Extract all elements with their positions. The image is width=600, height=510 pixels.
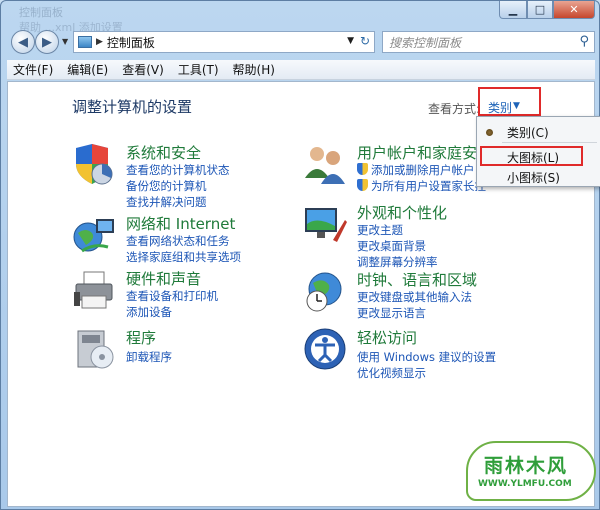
menu-help[interactable]: 帮助(H) xyxy=(233,61,275,78)
back-button[interactable]: ◀ xyxy=(11,30,35,54)
uac-shield-icon xyxy=(357,179,368,191)
category-title[interactable]: 外观和个性化 xyxy=(357,202,447,223)
back-arrow-icon: ◀ xyxy=(18,34,28,50)
search-input[interactable]: 搜索控制面板 xyxy=(389,34,461,51)
category-title[interactable]: 网络和 Internet xyxy=(126,213,235,234)
window-frame: 控制面板 帮助 ...xml 添加设置 ▁ □ ✕ ◀ ▶ ▼ ▶ 控制面板 ▼… xyxy=(0,0,600,510)
category-link[interactable]: 卸载程序 xyxy=(126,349,172,365)
clock-globe-icon xyxy=(306,272,342,312)
selected-radio-icon xyxy=(486,129,493,136)
control-panel-icon xyxy=(78,36,92,48)
navigation-bar: ◀ ▶ ▼ ▶ 控制面板 ▼ ↻ 搜索控制面板 ⚲ xyxy=(7,29,595,57)
category-link[interactable]: 更改桌面背景 xyxy=(357,238,426,254)
monitor-paintbrush-icon xyxy=(305,208,347,242)
category-link[interactable]: 调整屏幕分辨率 xyxy=(357,254,438,270)
category-link[interactable]: 查看网络状态和任务 xyxy=(126,233,230,249)
ease-of-access-icon xyxy=(304,328,346,370)
category-title[interactable]: 系统和安全 xyxy=(126,142,201,163)
category-link[interactable]: 选择家庭组和共享选项 xyxy=(126,249,241,265)
watermark-logo: 雨林木风 WWW.YLMFU.COM xyxy=(466,441,600,510)
users-icon xyxy=(305,147,345,184)
view-by-dropdown[interactable]: 类别 xyxy=(488,99,512,116)
refresh-icon[interactable]: ↻ xyxy=(360,34,370,48)
view-option-category[interactable]: 类别(C) xyxy=(507,124,549,141)
view-by-label: 查看方式: xyxy=(428,102,481,116)
category-link[interactable]: 使用 Windows 建议的设置 xyxy=(357,349,496,365)
recent-pages-dropdown[interactable]: ▼ xyxy=(62,37,68,46)
watermark-url: WWW.YLMFU.COM xyxy=(478,479,572,489)
view-option-large-icons[interactable]: 大图标(L) xyxy=(507,149,559,166)
minimize-button[interactable]: ▁ xyxy=(499,1,527,19)
search-icon[interactable]: ⚲ xyxy=(579,34,589,49)
category-title[interactable]: 轻松访问 xyxy=(357,327,417,348)
category-link[interactable]: 查看您的计算机状态 xyxy=(126,162,230,178)
forward-arrow-icon: ▶ xyxy=(42,34,52,50)
breadcrumb-control-panel[interactable]: 控制面板 xyxy=(107,34,155,51)
printer-icon xyxy=(74,271,113,309)
close-button[interactable]: ✕ xyxy=(553,1,595,19)
category-title[interactable]: 用户帐户和家庭安全 xyxy=(357,142,492,163)
globe-network-icon xyxy=(73,219,114,253)
category-link[interactable]: 更改显示语言 xyxy=(357,305,426,321)
view-option-small-icons[interactable]: 小图标(S) xyxy=(507,169,560,186)
category-link[interactable]: 备份您的计算机 xyxy=(126,178,207,194)
maximize-button[interactable]: □ xyxy=(527,1,553,19)
menu-divider xyxy=(502,142,597,143)
window-title: 控制面板 xyxy=(19,6,63,19)
shield-icon xyxy=(76,144,113,185)
category-title[interactable]: 时钟、语言和区域 xyxy=(357,269,477,290)
category-link[interactable]: 查找并解决问题 xyxy=(126,194,207,210)
category-title[interactable]: 硬件和声音 xyxy=(126,268,201,289)
menu-bar: 文件(F) 编辑(E) 查看(V) 工具(T) 帮助(H) xyxy=(7,60,595,80)
category-title[interactable]: 程序 xyxy=(126,327,156,348)
programs-icon xyxy=(77,330,114,369)
address-bar[interactable]: ▶ 控制面板 ▼ ↻ xyxy=(73,31,375,53)
window-controls: ▁ □ ✕ xyxy=(499,1,595,19)
chevron-down-icon[interactable]: ▼ xyxy=(513,101,520,111)
category-link[interactable]: 更改键盘或其他输入法 xyxy=(357,289,472,305)
view-by-menu: 类别(C) 大图标(L) 小图标(S) xyxy=(476,116,600,187)
menu-view[interactable]: 查看(V) xyxy=(122,61,164,78)
category-link[interactable]: 查看设备和打印机 xyxy=(126,288,218,304)
menu-tools[interactable]: 工具(T) xyxy=(178,61,219,78)
category-link[interactable]: 更改主题 xyxy=(357,222,403,238)
category-link-text[interactable]: 为所有用户设置家长控 xyxy=(371,179,486,193)
forward-button[interactable]: ▶ xyxy=(35,30,59,54)
address-dropdown-icon[interactable]: ▼ xyxy=(347,36,354,46)
category-link[interactable]: 优化视频显示 xyxy=(357,365,426,381)
category-link[interactable]: 为所有用户设置家长控 xyxy=(357,178,486,194)
page-title: 调整计算机的设置 xyxy=(72,98,193,116)
search-box[interactable]: 搜索控制面板 ⚲ xyxy=(382,31,595,53)
category-link-text[interactable]: 添加或删除用户帐户 xyxy=(371,163,475,177)
menu-file[interactable]: 文件(F) xyxy=(13,61,53,78)
breadcrumb-separator-icon[interactable]: ▶ xyxy=(96,37,103,47)
watermark-name: 雨林木风 xyxy=(484,455,569,477)
category-link[interactable]: 添加设备 xyxy=(126,304,172,320)
uac-shield-icon xyxy=(357,163,368,175)
category-link[interactable]: 添加或删除用户帐户 xyxy=(357,162,475,178)
menu-edit[interactable]: 编辑(E) xyxy=(67,61,108,78)
